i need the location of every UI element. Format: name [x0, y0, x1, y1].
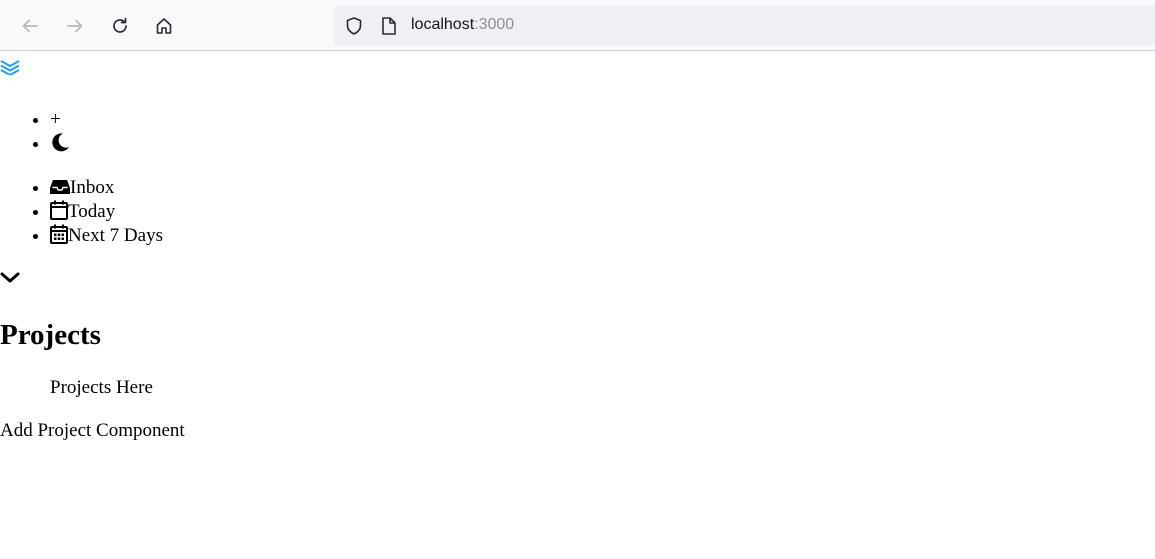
forward-icon: [67, 19, 83, 33]
chevron-down-icon[interactable]: [0, 271, 20, 285]
sidebar-item-inbox[interactable]: Inbox: [50, 176, 163, 200]
header-actions: +: [0, 108, 70, 156]
url-text[interactable]: localhost:3000: [411, 16, 514, 34]
home-button[interactable]: [149, 11, 179, 41]
sidebar-item-label: Inbox: [70, 177, 115, 198]
plus-label: +: [50, 109, 61, 130]
reload-icon: [113, 17, 127, 33]
forward-button[interactable]: [60, 11, 90, 41]
calendar-grid-icon: [50, 224, 68, 244]
sidebar-item-label: Today: [68, 201, 116, 222]
home-icon: [156, 18, 172, 34]
sidebar-item-label: Next 7 Days: [68, 225, 163, 246]
add-project-component[interactable]: Add Project Component: [0, 420, 185, 442]
calendar-icon: [50, 200, 68, 220]
sidebar-filters: Inbox Today Next 7 Days: [0, 176, 163, 248]
back-button[interactable]: [15, 11, 45, 41]
url-port: :3000: [474, 16, 515, 33]
sidebar-item-next-7-days[interactable]: Next 7 Days: [50, 224, 163, 248]
projects-placeholder: Projects Here: [50, 377, 153, 398]
projects-heading: Projects: [0, 319, 101, 351]
moon-icon: [52, 133, 69, 152]
dark-mode-toggle[interactable]: [50, 132, 70, 156]
back-icon: [22, 19, 38, 33]
inbox-icon: [50, 180, 70, 194]
page-icon: [382, 17, 396, 35]
url-host: localhost: [411, 16, 475, 33]
reload-button[interactable]: [105, 11, 135, 41]
browser-toolbar: localhost:3000: [0, 0, 1155, 51]
shield-icon[interactable]: [344, 16, 364, 36]
sidebar-item-today[interactable]: Today: [50, 200, 163, 224]
add-task-action[interactable]: +: [50, 108, 70, 132]
address-bar[interactable]: localhost:3000: [334, 6, 1155, 45]
layers-icon[interactable]: [0, 57, 20, 75]
